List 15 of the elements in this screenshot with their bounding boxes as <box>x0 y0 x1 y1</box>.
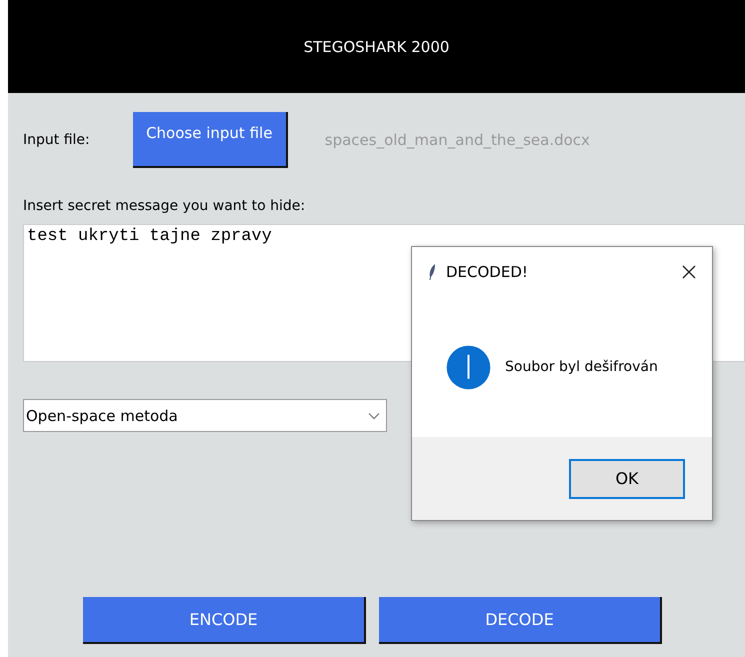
choose-file-button[interactable]: Choose input file <box>132 112 288 168</box>
ok-button[interactable]: OK <box>569 458 685 498</box>
file-name: spaces_old_man_and_the_sea.docx <box>324 131 590 149</box>
chevron-down-icon <box>368 412 380 420</box>
message-label: Insert secret message you want to hide: <box>23 198 306 214</box>
action-button[interactable]: DECODE <box>379 597 662 644</box>
method-dropdown[interactable]: Open-space metoda <box>23 399 387 432</box>
action-button[interactable]: ENCODE <box>83 597 366 644</box>
feather-icon <box>428 263 436 281</box>
close-icon[interactable] <box>682 265 696 279</box>
window-title: STEGOSHARK 2000 <box>304 38 450 56</box>
info-icon <box>446 344 491 390</box>
dialog-title: DECODED! <box>446 263 529 281</box>
input-file-label: Input file: <box>23 132 90 148</box>
dialog-message: Soubor byl dešifrován <box>505 359 658 375</box>
